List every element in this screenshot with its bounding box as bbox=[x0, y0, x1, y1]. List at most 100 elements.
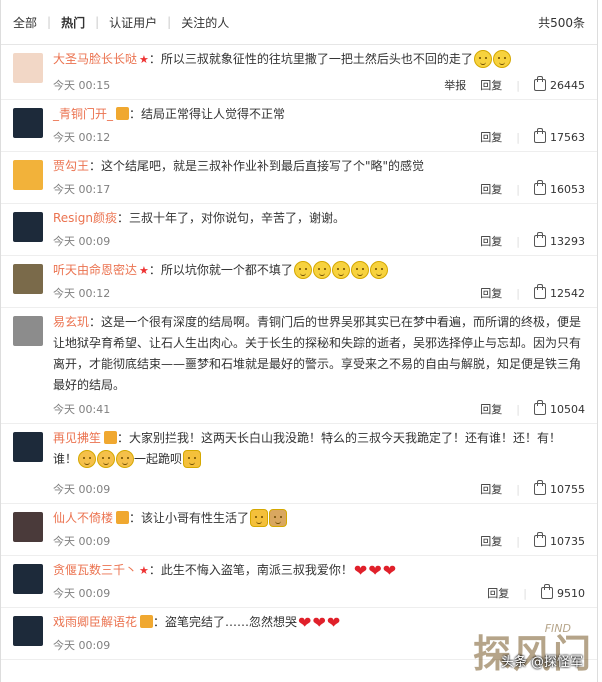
comment-actions: 回复 | 10755 bbox=[466, 480, 585, 497]
dog-emoji-icon bbox=[269, 509, 288, 527]
smile-emoji-icon bbox=[350, 261, 369, 279]
reply-button[interactable]: 回复 bbox=[480, 181, 502, 197]
avatar[interactable] bbox=[13, 53, 43, 83]
username[interactable]: 贪偃瓦数三千丶 bbox=[53, 563, 137, 577]
avatar[interactable] bbox=[13, 316, 43, 346]
star-icon: ★ bbox=[139, 53, 149, 66]
comment-actions: 回复 | 12542 bbox=[466, 284, 585, 301]
like-button[interactable]: 9510 bbox=[541, 584, 585, 600]
comment-item: 听天由命恩密达 ★：所以坑你就一个都不填了 今天 00:12 回复 | 12542 bbox=[1, 256, 597, 308]
avatar[interactable] bbox=[13, 264, 43, 294]
tab-verified[interactable]: 认证用户 bbox=[109, 14, 157, 31]
like-button[interactable]: 16053 bbox=[534, 180, 585, 196]
username[interactable]: 戏雨卿臣解语花 bbox=[53, 615, 137, 629]
comment-text: ：这是一个很有深度的结局啊。青铜门后的世界吴邪其实已在梦中看遍，而所谓的终极，便… bbox=[53, 315, 582, 392]
reply-button[interactable]: 回复 bbox=[480, 77, 502, 93]
reply-button[interactable]: 回复 bbox=[480, 233, 502, 249]
watermark: FIND 探风门 头条 @探怪军 bbox=[443, 622, 593, 678]
comment-content: 贾勾王：这个结尾吧，就是三叔补作业补到最后直接写了个"略"的感觉 bbox=[53, 156, 585, 177]
avatar[interactable] bbox=[13, 616, 43, 646]
tab-separator: | bbox=[167, 15, 172, 29]
avatar[interactable] bbox=[13, 108, 43, 138]
watermark-text: 头条 @探怪军 bbox=[500, 655, 583, 670]
username[interactable]: 易玄玑 bbox=[53, 315, 89, 329]
like-button[interactable]: 12542 bbox=[534, 284, 585, 300]
report-button[interactable]: 举报 bbox=[444, 77, 466, 93]
comment-actions: 举报 回复 | 26445 bbox=[430, 76, 585, 93]
username[interactable]: 再见拂笙 bbox=[53, 431, 101, 445]
like-count: 10735 bbox=[550, 534, 585, 548]
timestamp: 今天 00:09 bbox=[53, 587, 111, 600]
comment-meta: 今天 00:15 举报 回复 | 26445 bbox=[53, 76, 585, 93]
avatar[interactable] bbox=[13, 512, 43, 542]
avatar[interactable] bbox=[13, 432, 43, 462]
thumbs-up-icon bbox=[534, 284, 546, 299]
comment-text: ：所以三叔就象征性的往坑里撒了一把土然后头也不回的走了 bbox=[148, 52, 473, 66]
tab-hot[interactable]: 热门 bbox=[61, 14, 85, 31]
reply-button[interactable]: 回复 bbox=[480, 481, 502, 497]
reply-button[interactable]: 回复 bbox=[480, 533, 502, 549]
comment-text-extra: 一起跪呗 bbox=[134, 452, 183, 466]
member-badge-icon bbox=[104, 431, 118, 444]
like-button[interactable]: 10735 bbox=[534, 532, 585, 548]
username[interactable]: _青铜门开_ bbox=[53, 107, 113, 121]
action-separator: | bbox=[516, 78, 520, 92]
comment-content: 贪偃瓦数三千丶 ★：此生不悔入盗笔，南派三叔我爱你！❤❤❤ bbox=[53, 560, 585, 581]
comment-text: ：三叔十年了，对你说句，辛苦了，谢谢。 bbox=[117, 211, 346, 225]
like-button[interactable]: 17563 bbox=[534, 128, 585, 144]
username[interactable]: 仙人不倚楼 bbox=[53, 511, 113, 525]
reply-button[interactable]: 回复 bbox=[480, 129, 502, 145]
like-button[interactable]: 26445 bbox=[534, 76, 585, 92]
username[interactable]: 大圣马脸长长哒 bbox=[53, 52, 137, 66]
comment-meta: 今天 00:12 回复 | 17563 bbox=[53, 128, 585, 145]
like-button[interactable]: 13293 bbox=[534, 232, 585, 248]
comment-actions: 回复 | 10504 bbox=[466, 400, 585, 417]
comment-actions: 回复 | 10735 bbox=[466, 532, 585, 549]
like-button[interactable]: 10755 bbox=[534, 480, 585, 496]
comment-text: ：这个结尾吧，就是三叔补作业补到最后直接写了个"略"的感觉 bbox=[89, 159, 425, 173]
comment-text: ：此生不悔入盗笔，南派三叔我爱你！ bbox=[148, 563, 353, 577]
angry-emoji-icon bbox=[116, 450, 135, 468]
thumbs-up-icon bbox=[534, 76, 546, 91]
avatar[interactable] bbox=[13, 212, 43, 242]
avatar[interactable] bbox=[13, 564, 43, 594]
tab-separator: | bbox=[47, 15, 52, 29]
heart-icon: ❤ bbox=[353, 561, 368, 580]
comment-meta: 今天 00:12 回复 | 12542 bbox=[53, 284, 585, 301]
heart-icon: ❤ bbox=[326, 613, 341, 632]
smile-emoji-icon bbox=[369, 261, 388, 279]
star-icon: ★ bbox=[139, 264, 149, 277]
timestamp: 今天 00:41 bbox=[53, 403, 111, 416]
action-separator: | bbox=[516, 534, 520, 548]
comment-content: Resign颜痰：三叔十年了，对你说句，辛苦了，谢谢。 bbox=[53, 208, 585, 229]
comment-text: ：结局正常得让人觉得不正常 bbox=[129, 107, 286, 121]
comment-list: 大圣马脸长长哒 ★：所以三叔就象征性的往坑里撒了一把土然后头也不回的走了 今天 00… bbox=[1, 45, 597, 660]
reply-button[interactable]: 回复 bbox=[480, 401, 502, 417]
star-icon: ★ bbox=[139, 564, 149, 577]
thumbs-up-icon bbox=[534, 480, 546, 495]
tab-all[interactable]: 全部 bbox=[13, 14, 37, 31]
like-button[interactable]: 10504 bbox=[534, 400, 585, 416]
reply-button[interactable]: 回复 bbox=[480, 285, 502, 301]
username[interactable]: 贾勾王 bbox=[53, 159, 89, 173]
member-badge-icon bbox=[140, 615, 154, 628]
comment-meta: 今天 00:09 回复 | 10735 bbox=[53, 532, 585, 549]
username[interactable]: Resign颜痰 bbox=[53, 211, 117, 225]
action-separator: | bbox=[516, 482, 520, 496]
username[interactable]: 听天由命恩密达 bbox=[53, 263, 137, 277]
tab-following[interactable]: 关注的人 bbox=[181, 14, 229, 31]
timestamp: 今天 00:09 bbox=[53, 483, 111, 496]
tab-bar: 全部 | 热门 | 认证用户 | 关注的人 共500条 bbox=[1, 0, 597, 45]
like-count: 17563 bbox=[550, 130, 585, 144]
comment-actions: 回复 | 16053 bbox=[466, 180, 585, 197]
timestamp: 今天 00:09 bbox=[53, 535, 111, 548]
avatar[interactable] bbox=[13, 160, 43, 190]
comment-actions: 回复 | 9510 bbox=[473, 584, 585, 601]
comment-content: 大圣马脸长长哒 ★：所以三叔就象征性的往坑里撒了一把土然后头也不回的走了 bbox=[53, 49, 585, 70]
reply-button[interactable]: 回复 bbox=[487, 585, 509, 601]
comment-item: Resign颜痰：三叔十年了，对你说句，辛苦了，谢谢。 今天 00:09 回复 | 13… bbox=[1, 204, 597, 256]
thumbs-up-icon bbox=[534, 180, 546, 195]
thumbs-up-icon bbox=[541, 584, 553, 599]
timestamp: 今天 00:09 bbox=[53, 235, 111, 248]
comment-item: 大圣马脸长长哒 ★：所以三叔就象征性的往坑里撒了一把土然后头也不回的走了 今天 00… bbox=[1, 45, 597, 100]
